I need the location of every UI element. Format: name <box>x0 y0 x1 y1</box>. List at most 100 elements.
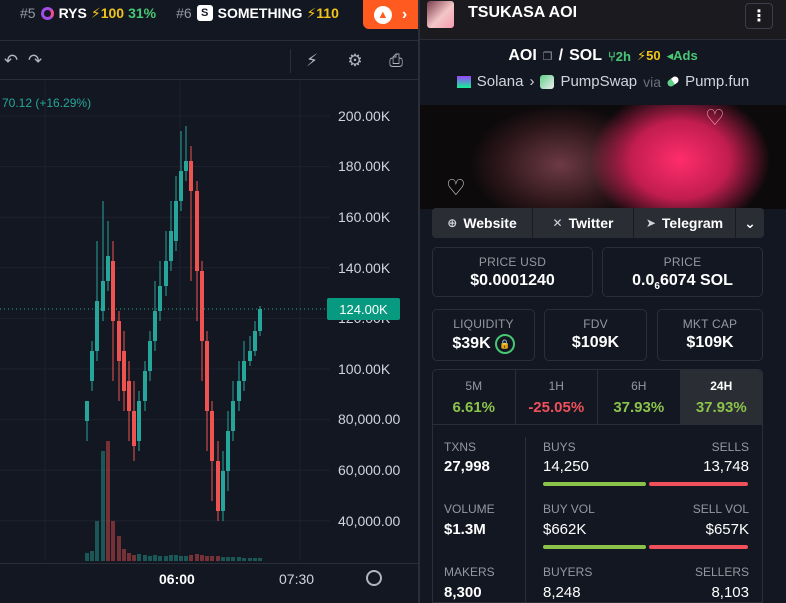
timeframe-tabs: 5M 6.61% 1H -25.05% 6H 37.93% 24H 37.93% <box>432 369 763 425</box>
candle-body <box>122 351 126 391</box>
buys-value: 14,250 <box>543 458 589 475</box>
volume-bar <box>195 554 199 561</box>
pumpswap-icon <box>540 74 555 89</box>
volume-bar <box>132 555 136 561</box>
pair-separator: / <box>558 47 564 64</box>
more-links-button[interactable]: ⌄ <box>736 208 764 238</box>
ads-badge[interactable]: ◂Ads <box>667 48 698 64</box>
price-tick: 200.00K <box>338 108 391 124</box>
chain-name[interactable]: Solana <box>477 73 524 90</box>
trending-next-button[interactable]: ▲ › <box>363 0 418 29</box>
volume-bar <box>174 555 178 561</box>
launchpad-name[interactable]: Pump.fun <box>685 73 749 90</box>
candle-body <box>169 231 173 261</box>
volume-bar <box>231 557 235 561</box>
bolt-icon: ⚡ <box>306 4 317 21</box>
candle-body <box>258 309 262 331</box>
twitter-button[interactable]: ✕ Twitter <box>533 208 634 238</box>
makers-label: MAKERS <box>444 565 495 579</box>
candle-body <box>195 191 199 271</box>
candle-body <box>205 341 209 411</box>
website-button[interactable]: ⊕ Website <box>432 208 533 238</box>
price-tick: 180.00K <box>338 158 391 174</box>
candle-body <box>253 331 257 351</box>
makers-value: 8,300 <box>444 584 482 601</box>
pair-row: AOI ❐ / SOL ⑂2h ⚡50 ◂Ads <box>420 47 786 65</box>
sell-vol-value: $657K <box>705 521 749 538</box>
tab-5m[interactable]: 5M 6.61% <box>433 370 516 424</box>
chain-row: Solana › PumpSwap via Pump.fun <box>420 73 786 90</box>
trending-item-something[interactable]: #6 S SOMETHING ⚡ 110 <box>176 5 339 22</box>
candle-body <box>210 411 214 461</box>
volume-bar <box>90 551 94 561</box>
tab-1h[interactable]: 1H -25.05% <box>516 370 598 424</box>
current-price-tag: 124.00K <box>327 298 400 320</box>
volume-bar <box>148 556 152 561</box>
price-tick: 140.00K <box>338 260 391 276</box>
mcap-box: MKT CAP $109K <box>657 309 763 361</box>
fdv-box: FDV $109K <box>544 309 647 361</box>
transactions-stats: TXNS 27,998 BUYS 14,250 SELLS 13,748 VOL… <box>432 424 763 603</box>
via-label: via <box>643 73 662 90</box>
app-root: #5 RYS ⚡ 100 31% #6 S SOMETHING ⚡ 110 ▲ … <box>0 0 786 603</box>
volume-bar <box>143 555 147 561</box>
bolt-icon: ⚡ <box>90 4 101 21</box>
price-tick: 40,000.00 <box>338 513 401 529</box>
telegram-icon: ➤ <box>645 216 656 230</box>
volume-bar <box>253 558 257 561</box>
boost-badge[interactable]: ⚡50 <box>637 48 661 64</box>
redo-icon[interactable]: ↷ <box>24 50 46 72</box>
social-links: ⊕ Website ✕ Twitter ➤ Telegram ⌄ <box>432 208 764 238</box>
candle-body <box>248 351 252 361</box>
volume-bar <box>106 441 110 561</box>
boost-count: 50 <box>646 48 661 63</box>
candle-body <box>174 201 178 241</box>
sell-vol-ratio-bar <box>649 545 748 549</box>
candle-body <box>143 371 147 401</box>
dex-name[interactable]: PumpSwap <box>560 73 637 90</box>
fdv-value: $109K <box>571 334 620 351</box>
telegram-label: Telegram <box>661 215 724 231</box>
copy-icon[interactable]: ❐ <box>543 50 553 63</box>
candle-body <box>101 281 105 311</box>
indicators-icon[interactable]: ⚡ <box>301 50 323 72</box>
trending-name: RYS <box>58 5 87 21</box>
volume-bar <box>189 555 193 561</box>
candle-body <box>153 311 157 341</box>
tab-24h[interactable]: 24H 37.93% <box>680 370 762 424</box>
volume-label: VOLUME <box>444 502 495 516</box>
axis-settings-icon[interactable] <box>366 570 382 586</box>
settings-gear-icon[interactable]: ⚙ <box>344 50 366 72</box>
candle-body <box>158 286 162 311</box>
trending-name: SOMETHING <box>217 5 303 21</box>
volume-bar <box>111 521 115 561</box>
trending-rank: #6 <box>176 5 192 21</box>
sellers-value: 8,103 <box>711 584 749 601</box>
heart-icon: ♡ <box>446 175 466 200</box>
lock-icon[interactable]: 🔒 <box>494 334 515 354</box>
trending-rank: #5 <box>20 5 36 21</box>
fdv-label: FDV <box>583 317 608 331</box>
ads-label: Ads <box>673 48 698 63</box>
chevron-down-icon: ⌄ <box>744 214 756 231</box>
telegram-button[interactable]: ➤ Telegram <box>634 208 736 238</box>
more-options-button[interactable]: ⋮ <box>745 3 773 29</box>
price-sol-box: PRICE 0.066074 SOL <box>602 247 763 297</box>
price-tick: 160.00K <box>338 209 391 225</box>
toolbar-divider <box>290 49 291 73</box>
volume-bar <box>210 556 214 561</box>
volume-bar <box>85 553 89 561</box>
time-tick: 06:00 <box>159 571 195 587</box>
volume-bar <box>200 555 204 561</box>
trending-score: 110 <box>316 5 339 21</box>
undo-icon[interactable]: ↶ <box>0 50 22 72</box>
globe-icon: ⊕ <box>447 216 458 230</box>
trending-item-rys[interactable]: #5 RYS ⚡ 100 31% <box>20 5 156 22</box>
volume-bar <box>248 558 252 561</box>
candle-body <box>200 271 204 341</box>
time-tick: 07:30 <box>279 571 315 587</box>
tab-6h[interactable]: 6H 37.93% <box>598 370 681 424</box>
twitter-label: Twitter <box>568 215 614 231</box>
pair-base: AOI <box>508 47 537 64</box>
camera-icon[interactable]: ⎙ <box>385 50 407 72</box>
